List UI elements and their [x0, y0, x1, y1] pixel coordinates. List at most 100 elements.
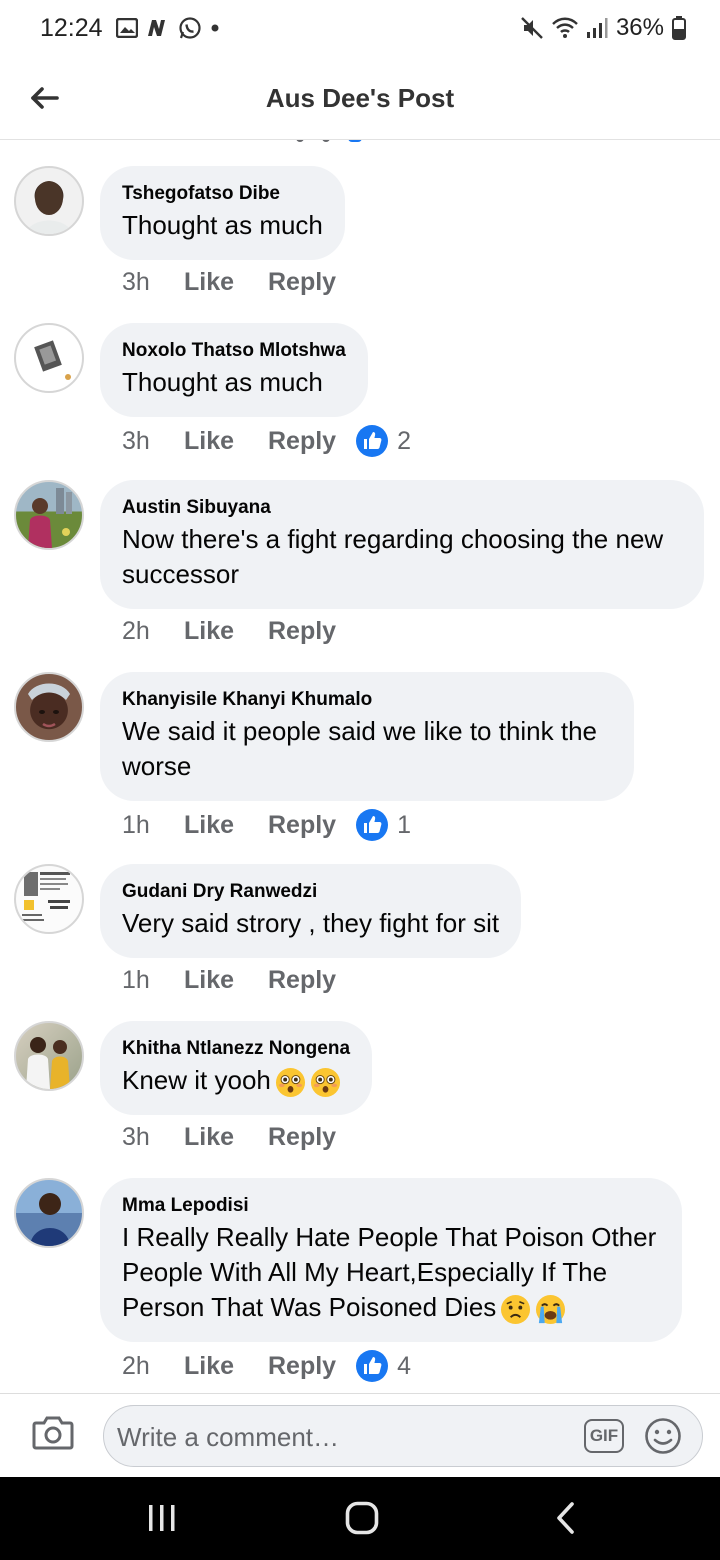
- comment-bubble[interactable]: Khanyisile Khanyi Khumalo We said it peo…: [100, 672, 634, 801]
- reaction-summary[interactable]: 4: [356, 1350, 411, 1382]
- battery-percent: 36%: [615, 14, 664, 41]
- comment-time[interactable]: 1h: [122, 966, 184, 995]
- reaction-count: 4: [397, 1351, 411, 1380]
- mute-icon: [521, 17, 543, 39]
- gallery-icon: [116, 18, 138, 38]
- whatsapp-icon: [179, 17, 201, 39]
- reply-button[interactable]: Reply: [268, 427, 336, 456]
- comment-text: Knew it yooh: [122, 1063, 350, 1098]
- recents-button[interactable]: [147, 1504, 177, 1537]
- system-icons: 36%: [520, 14, 686, 42]
- comment-author[interactable]: Khitha Ntlanezz Nongena: [122, 1037, 350, 1061]
- worried-face-icon: [501, 1294, 531, 1324]
- comment-bubble[interactable]: Noxolo Thatso Mlotshwa Thought as much: [100, 323, 368, 417]
- recents-icon: [149, 1505, 175, 1531]
- avatar[interactable]: [14, 480, 84, 550]
- comment-time[interactable]: 2h: [122, 617, 184, 646]
- comment-text: We said it people said we like to think …: [122, 716, 598, 781]
- smiley-icon: [645, 1418, 681, 1454]
- comment-author[interactable]: Noxolo Thatso Mlotshwa: [122, 339, 346, 363]
- avatar[interactable]: [14, 1178, 84, 1248]
- comment-text-content: I Really Really Hate People That Poison …: [122, 1222, 657, 1322]
- comment-author[interactable]: Mma Lepodisi: [122, 1194, 660, 1218]
- comment-input-placeholder: Write a comment…: [117, 1422, 340, 1452]
- comment-text: I Really Really Hate People That Poison …: [122, 1220, 660, 1325]
- like-button[interactable]: Like: [184, 617, 268, 646]
- comment-text: Thought as much: [122, 367, 323, 397]
- comment-actions: 2h Like Reply: [122, 617, 336, 646]
- thumbs-up-icon: [356, 809, 389, 841]
- reply-button[interactable]: Reply: [268, 811, 336, 840]
- thumbs-up-icon: [356, 425, 389, 457]
- comment-actions: 3h Like Reply 2: [122, 425, 411, 457]
- previous-comment-fragment: [296, 140, 362, 142]
- system-back-button[interactable]: [554, 1501, 576, 1540]
- news-icon: [148, 20, 165, 36]
- comment-text: Thought as much: [122, 210, 323, 240]
- like-button[interactable]: Like: [184, 811, 268, 840]
- comment-composer: Write a comment… GIF: [0, 1393, 720, 1477]
- chevron-left-icon: [557, 1502, 574, 1534]
- comment-author[interactable]: Austin Sibuyana: [122, 496, 682, 520]
- comment-text-content: Knew it yooh: [122, 1065, 271, 1095]
- status-bar: 12:24 36%: [0, 0, 720, 58]
- comment-actions: 1h Like Reply: [122, 966, 336, 995]
- emoji-button[interactable]: [644, 1417, 682, 1460]
- avatar[interactable]: [14, 864, 84, 934]
- avatar[interactable]: [14, 166, 84, 236]
- reply-button[interactable]: Reply: [268, 617, 336, 646]
- comment-text: Now there's a fight regarding choosing t…: [122, 524, 664, 589]
- comment-author[interactable]: Khanyisile Khanyi Khumalo: [122, 688, 612, 712]
- flushed-face-icon: [275, 1067, 305, 1097]
- system-nav-bar: [0, 1477, 720, 1560]
- like-button[interactable]: Like: [184, 427, 268, 456]
- comment-actions: 3h Like Reply: [122, 268, 336, 297]
- comment-text: Very said strory , they fight for sit: [122, 908, 500, 938]
- reaction-summary[interactable]: 2: [356, 425, 411, 457]
- comment-author[interactable]: Tshegofatso Dibe: [122, 182, 323, 206]
- reaction-summary[interactable]: 1: [356, 809, 411, 841]
- avatar[interactable]: [14, 672, 84, 742]
- avatar[interactable]: [14, 1021, 84, 1091]
- reaction-count: 2: [397, 426, 411, 455]
- flushed-face-icon: [310, 1067, 340, 1097]
- reply-button[interactable]: Reply: [268, 1123, 336, 1152]
- notification-icons: [116, 16, 220, 40]
- comment-time[interactable]: 2h: [122, 1352, 184, 1381]
- comment-bubble[interactable]: Mma Lepodisi I Really Really Hate People…: [100, 1178, 682, 1342]
- camera-icon: [32, 1416, 74, 1450]
- comment-input[interactable]: Write a comment… GIF: [103, 1405, 703, 1467]
- comment-time[interactable]: 3h: [122, 1123, 184, 1152]
- battery-icon: [672, 16, 686, 40]
- camera-button[interactable]: [32, 1414, 74, 1455]
- like-button[interactable]: Like: [184, 268, 268, 297]
- reply-button[interactable]: Reply: [268, 268, 336, 297]
- comment-actions: 3h Like Reply: [122, 1123, 336, 1152]
- page-title: Aus Dee's Post: [265, 83, 455, 113]
- comment-bubble[interactable]: Austin Sibuyana Now there's a fight rega…: [100, 480, 704, 609]
- comments-list[interactable]: Tshegofatso Dibe Thought as much 3h Like…: [0, 140, 720, 1392]
- comment-bubble[interactable]: Gudani Dry Ranwedzi Very said strory , t…: [100, 864, 522, 958]
- avatar[interactable]: [14, 323, 84, 393]
- comment-bubble[interactable]: Tshegofatso Dibe Thought as much: [100, 166, 345, 260]
- post-header: Aus Dee's Post: [0, 58, 720, 140]
- reply-button[interactable]: Reply: [268, 1352, 336, 1381]
- comment-bubble[interactable]: Khitha Ntlanezz Nongena Knew it yooh: [100, 1021, 373, 1115]
- comment-actions: 2h Like Reply 4: [122, 1350, 411, 1382]
- comment-author[interactable]: Gudani Dry Ranwedzi: [122, 880, 499, 904]
- home-button[interactable]: [345, 1501, 379, 1540]
- like-button[interactable]: Like: [184, 1352, 268, 1381]
- comment-time[interactable]: 1h: [122, 811, 184, 840]
- dot-icon: [211, 24, 219, 32]
- reply-button[interactable]: Reply: [268, 966, 336, 995]
- signal-icon: [586, 18, 608, 38]
- like-button[interactable]: Like: [184, 966, 268, 995]
- gif-button[interactable]: GIF: [584, 1419, 624, 1453]
- like-button[interactable]: Like: [184, 1123, 268, 1152]
- reaction-count: 1: [397, 810, 411, 839]
- comment-time[interactable]: 3h: [122, 427, 184, 456]
- thumbs-up-icon: [356, 1350, 389, 1382]
- comment-time[interactable]: 3h: [122, 268, 184, 297]
- wifi-icon: [552, 17, 578, 38]
- status-time: 12:24: [40, 14, 103, 42]
